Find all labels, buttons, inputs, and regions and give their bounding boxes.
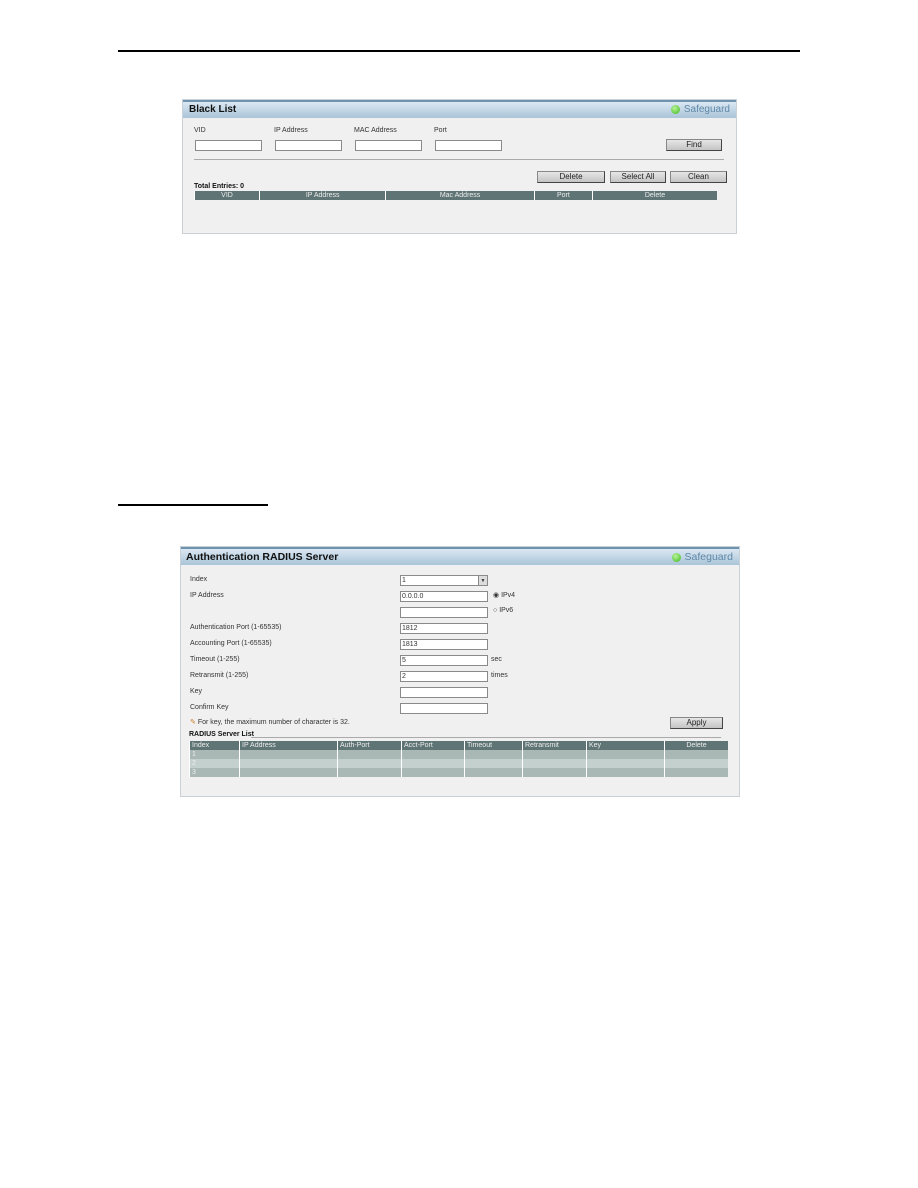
pencil-icon: ✎ (190, 719, 196, 726)
select-all-button[interactable]: Select All (610, 171, 666, 183)
col-mac: Mac Address (385, 191, 535, 200)
timeout-label: Timeout (1-255) (190, 656, 240, 663)
find-button[interactable]: Find (666, 139, 722, 151)
radio-checked-icon: ◉ (493, 592, 500, 599)
confirm-key-input[interactable] (400, 703, 488, 714)
retransmit-label: Retransmit (1-255) (190, 672, 249, 679)
index-label: Index (190, 576, 208, 583)
auth-port-label: Authentication Port (1-65535) (190, 624, 282, 631)
status-dot-icon (670, 104, 680, 114)
panel-title: Authentication RADIUS Server (186, 551, 339, 563)
key-label: Key (190, 688, 203, 695)
col-vid: VID (194, 191, 260, 200)
timeout-input[interactable]: 5 (400, 655, 488, 666)
note-text: For key, the maximum number of character… (197, 719, 350, 726)
ipv6-input[interactable] (400, 607, 488, 618)
ipv4-label: IPv4 (501, 592, 516, 599)
col-index: Index (189, 741, 240, 750)
ip-label: IP Address (274, 127, 308, 134)
ipv4-input[interactable]: 0.0.0.0 (400, 591, 488, 602)
row-index: 3 (189, 768, 240, 777)
top-rule (118, 50, 800, 52)
radio-unchecked-icon: ○ (493, 607, 498, 614)
ip-label: IP Address (190, 592, 224, 599)
divider (251, 737, 721, 738)
mac-input[interactable] (355, 140, 422, 151)
col-key: Key (586, 741, 665, 750)
index-value: 1 (402, 577, 406, 584)
status-dot-icon (671, 552, 681, 562)
delete-button[interactable]: Delete (537, 171, 605, 183)
total-entries: Total Entries: 0 (194, 183, 245, 190)
port-input[interactable] (435, 140, 502, 151)
col-ip: IP Address (239, 741, 338, 750)
ip-input[interactable] (275, 140, 342, 151)
ipv4-radio[interactable]: ◉ IPv4 (493, 591, 515, 599)
table-header-row: Index IP Address Auth-Port Acct-Port Tim… (189, 741, 728, 750)
retransmit-unit: times (491, 672, 508, 679)
col-auth-port: Auth-Port (337, 741, 402, 750)
black-list-panel: Black List Safeguard VID IP Address MAC … (182, 99, 737, 234)
safeguard-status: Safeguard (671, 549, 733, 565)
vid-input[interactable] (195, 140, 262, 151)
radius-server-table: Index IP Address Auth-Port Acct-Port Tim… (189, 741, 728, 777)
table-row: 3 (189, 768, 728, 777)
radius-panel: Authentication RADIUS Server Safeguard I… (180, 546, 740, 797)
ipv6-radio[interactable]: ○ IPv6 (493, 607, 513, 614)
panel-header: Authentication RADIUS Server Safeguard (181, 547, 739, 565)
vid-label: VID (194, 127, 206, 134)
chevron-down-icon: ▼ (478, 576, 487, 585)
col-ip: IP Address (258, 191, 386, 200)
confirm-key-label: Confirm Key (190, 704, 229, 711)
auth-port-input[interactable]: 1812 (400, 623, 488, 634)
acct-port-label: Accounting Port (1-65535) (190, 640, 272, 647)
table-row: 1 (189, 750, 728, 759)
manual-page: Black List Safeguard VID IP Address MAC … (0, 0, 918, 1188)
clean-button[interactable]: Clean (670, 171, 727, 183)
col-timeout: Timeout (464, 741, 523, 750)
timeout-unit: sec (491, 656, 502, 663)
table-header-row: VID IP Address Mac Address Port Delete (194, 191, 717, 200)
col-delete: Delete (592, 191, 717, 200)
server-list-title: RADIUS Server List (189, 731, 254, 738)
section-underline (118, 504, 268, 506)
safeguard-status: Safeguard (670, 102, 730, 118)
row-index: 2 (189, 759, 240, 768)
key-input[interactable] (400, 687, 488, 698)
table-row: 2 (189, 759, 728, 768)
retransmit-input[interactable]: 2 (400, 671, 488, 682)
index-select[interactable]: 1 ▼ (400, 575, 488, 586)
black-list-table: VID IP Address Mac Address Port Delete (194, 191, 717, 200)
port-label: Port (434, 127, 447, 134)
panel-header: Black List Safeguard (183, 100, 736, 118)
mac-label: MAC Address (354, 127, 397, 134)
col-retransmit: Retransmit (522, 741, 587, 750)
safeguard-label: Safeguard (684, 551, 733, 563)
col-port: Port (533, 191, 593, 200)
acct-port-input[interactable]: 1813 (400, 639, 488, 650)
safeguard-label: Safeguard (683, 104, 730, 115)
divider (194, 159, 724, 160)
key-note: ✎ For key, the maximum number of charact… (190, 718, 350, 726)
apply-button[interactable]: Apply (670, 717, 723, 729)
panel-title: Black List (189, 104, 237, 115)
col-delete: Delete (664, 741, 728, 750)
ipv6-label: IPv6 (499, 607, 514, 614)
row-index: 1 (189, 750, 240, 759)
col-acct-port: Acct-Port (401, 741, 465, 750)
